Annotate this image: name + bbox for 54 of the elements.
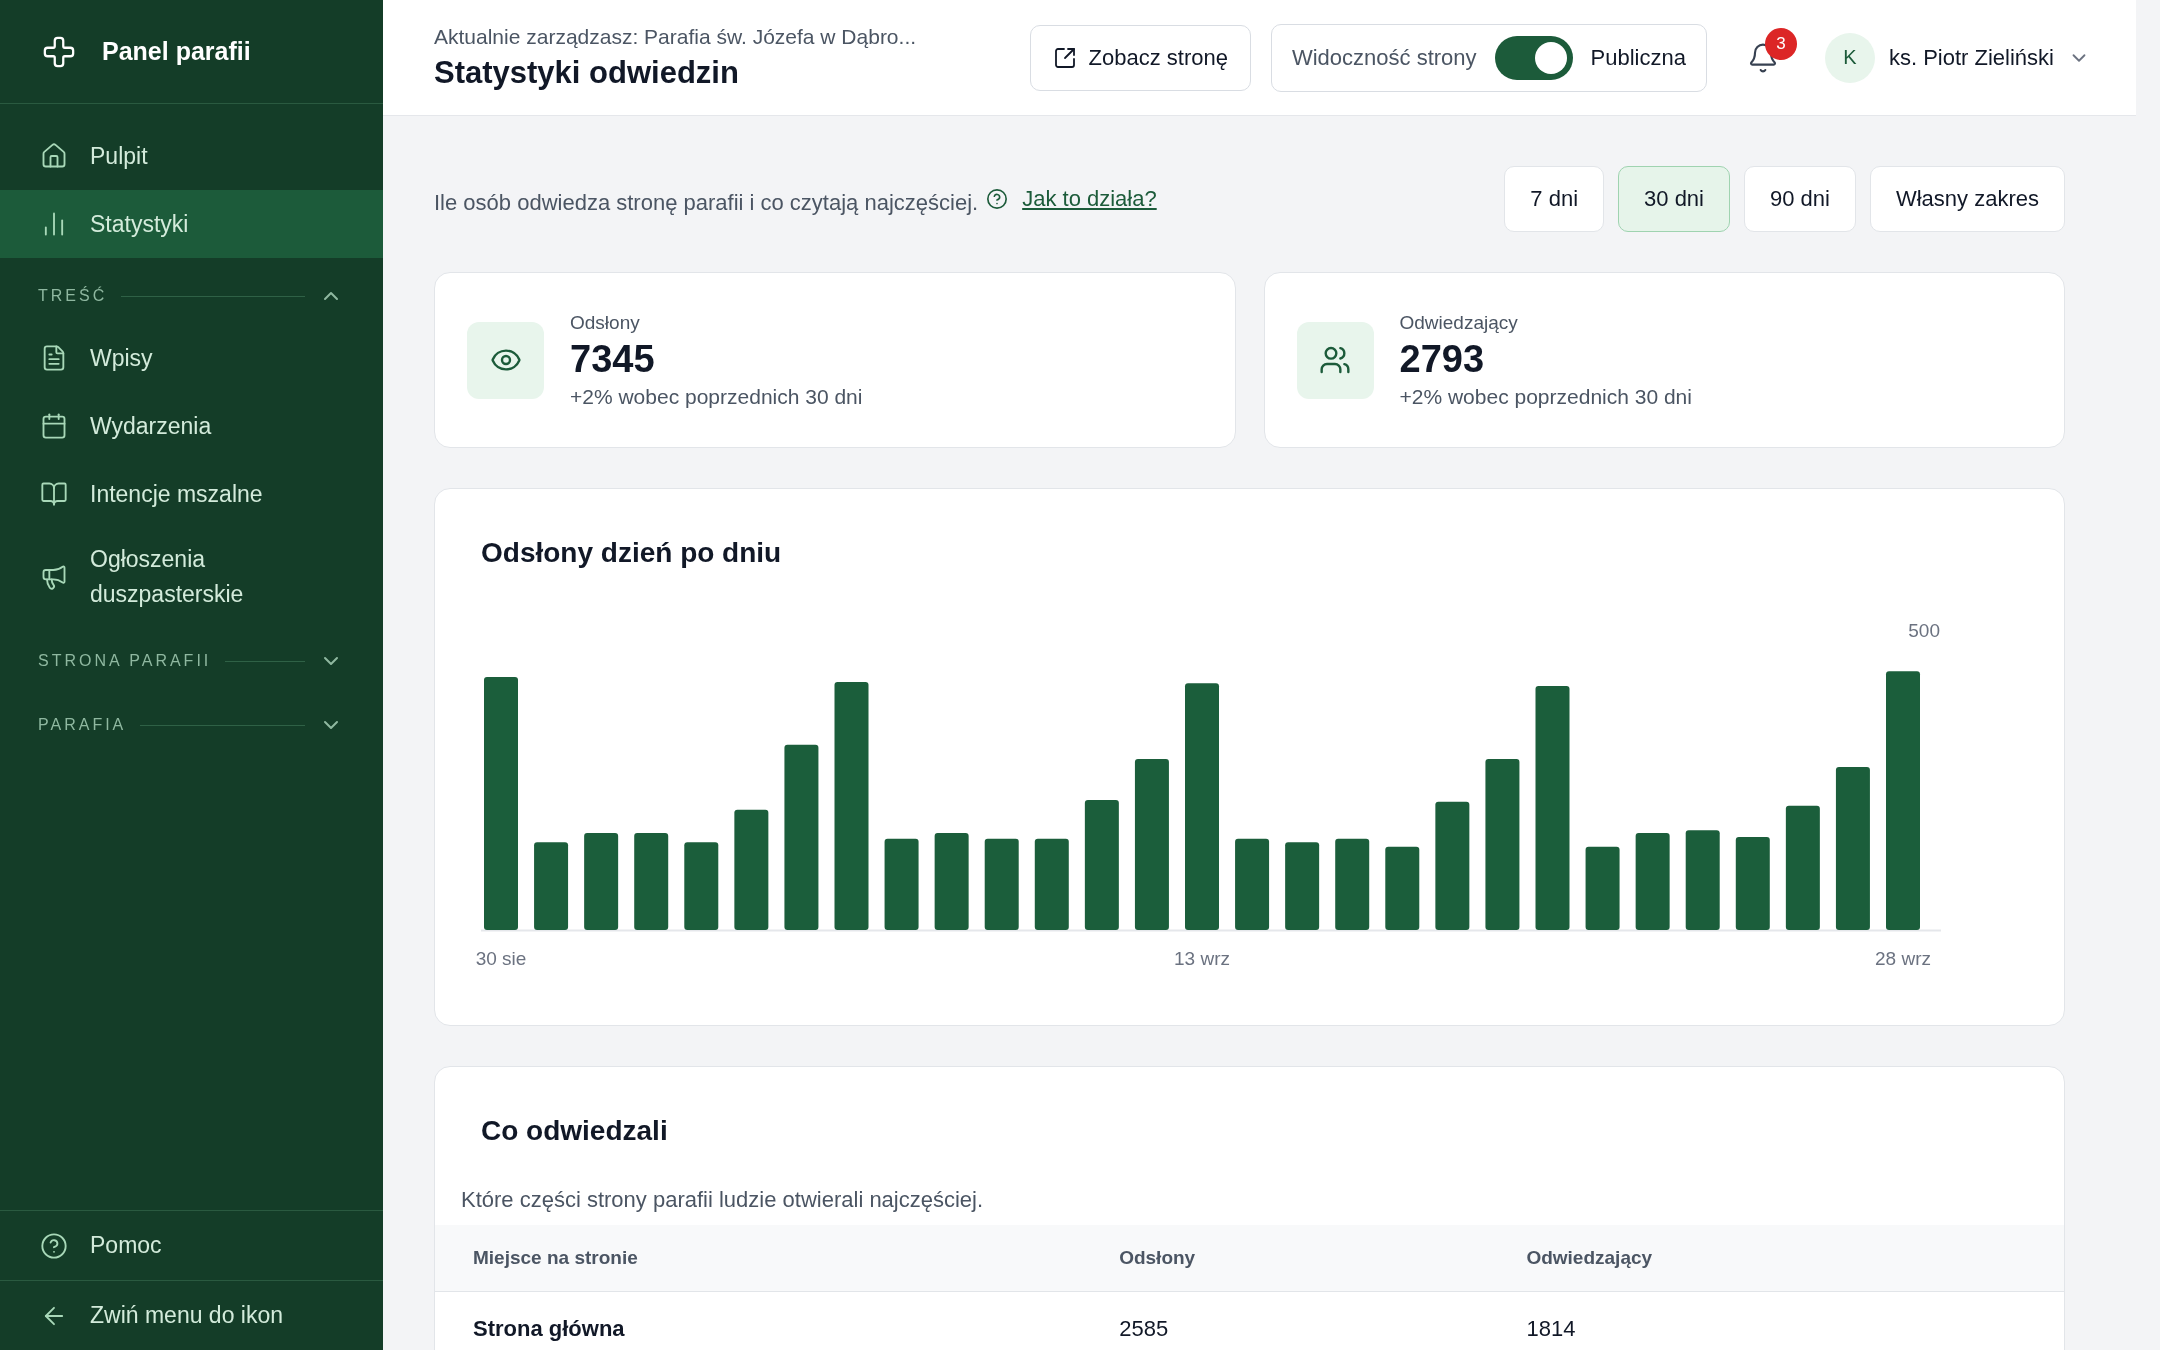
range-button[interactable]: 90 dni xyxy=(1744,166,1856,232)
notification-badge: 3 xyxy=(1764,27,1797,60)
stat-change: +2% wobec poprzednich 30 dni xyxy=(1399,384,1692,409)
sidebar-item[interactable]: Ogłoszenia duszpasterskie xyxy=(0,528,383,625)
table-cell: 2585 xyxy=(1119,1291,1527,1350)
sidebar-item[interactable]: Wydarzenia xyxy=(0,392,383,460)
context-label: Aktualnie zarządzasz: Parafia św. Józefa w Dąbro... xyxy=(434,24,918,49)
chart-title: Odsłony dzień po dniu xyxy=(481,537,783,569)
stat-value: 2793 xyxy=(1399,337,1486,381)
sidebar-item[interactable]: Intencje mszalne xyxy=(0,460,383,528)
help-icon xyxy=(40,1231,68,1260)
stat-change: +2% wobec poprzednich 30 dni xyxy=(570,384,863,409)
sidebar-item[interactable]: Pomoc xyxy=(0,1210,383,1280)
people-icon xyxy=(1296,321,1374,399)
page-title: Statystyki odwiedzin xyxy=(434,54,740,91)
range-button[interactable]: Własny zakres xyxy=(1869,166,2065,232)
axis-label: 28 wrz xyxy=(1875,948,1931,969)
axis-label: 13 wrz xyxy=(1174,948,1230,969)
sidebar-item[interactable]: Zwiń menu do ikon xyxy=(0,1280,383,1350)
visibility-value: Publiczna xyxy=(1590,44,1686,71)
sidebar-item[interactable]: Statystyki xyxy=(0,190,383,258)
sidebar-item[interactable]: Pulpit xyxy=(0,122,383,190)
user-menu[interactable]: K ks. Piotr Zieliński xyxy=(1818,31,2096,84)
book-icon xyxy=(40,480,68,508)
table-cell: Strona główna xyxy=(435,1291,1120,1350)
column-header: Odsłony xyxy=(1119,1225,1527,1292)
house-icon xyxy=(40,142,68,170)
help-link[interactable]: Jak to działa? xyxy=(1022,186,1157,212)
plus-icon xyxy=(42,34,76,69)
visibility-toggle[interactable] xyxy=(1494,35,1573,80)
column-header: Odwiedzający xyxy=(1526,1225,2064,1292)
section-header[interactable]: STRONA PARAFII xyxy=(0,633,383,689)
axis-label: 30 sie xyxy=(475,948,527,969)
sidebar-item[interactable]: Wpisy xyxy=(0,324,383,392)
table-subtitle: Które części strony parafii ludzie otwierali najczęściej. xyxy=(461,1187,985,1213)
axis-label: 500 xyxy=(1908,620,1940,641)
column-header: Miejsce na stronie xyxy=(435,1225,1120,1292)
stat-label: Odsłony xyxy=(570,311,641,334)
external-link-icon xyxy=(1052,45,1077,70)
range-button[interactable]: 7 dni xyxy=(1504,166,1605,232)
visibility-label: Widoczność strony xyxy=(1291,44,1477,71)
range-button[interactable]: 30 dni xyxy=(1618,166,1730,232)
eye-icon xyxy=(467,321,544,399)
stat-label: Odwiedzający xyxy=(1399,311,1519,334)
section-header[interactable]: PARAFIA xyxy=(0,697,383,753)
view-site-button[interactable]: Zobacz stronę xyxy=(1029,24,1251,91)
stat-value: 7345 xyxy=(570,337,656,381)
section-header[interactable]: TREŚĆ xyxy=(0,268,383,324)
intro-text: Ile osób odwiedza stronę parafii i co czytają najczęściej. xyxy=(434,190,979,216)
table-cell: 1814 xyxy=(1526,1291,2064,1350)
help-icon xyxy=(986,188,1009,210)
app-title: Panel parafii xyxy=(102,37,251,66)
table-title: Co odwiedzali xyxy=(481,1115,669,1147)
calendar-icon xyxy=(40,412,68,440)
